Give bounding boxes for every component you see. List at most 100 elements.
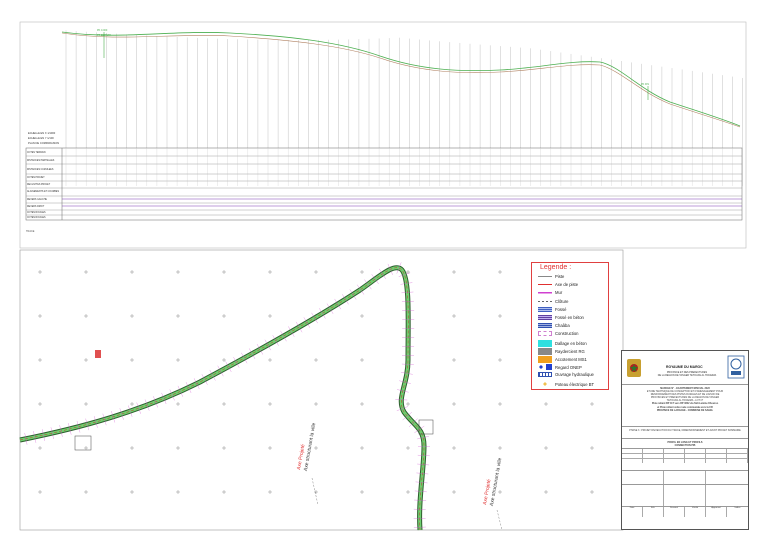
profile-station-lines <box>66 30 743 148</box>
legend-item: Fossé <box>538 307 566 312</box>
profile-row-label: DEVERS DROIT <box>27 206 45 208</box>
grid-cross <box>38 314 42 318</box>
fill-orange-icon <box>538 356 552 363</box>
drawing-sheet: PK 0.000 PT DEPART PK FIN ECHELLE EN X 1… <box>0 0 768 543</box>
grid-cross <box>498 490 502 494</box>
grid-cross <box>590 402 594 406</box>
legend-item: Poteau électrique BT <box>538 381 594 388</box>
legend-item: Regard ONEP <box>538 364 582 370</box>
grid-cross <box>498 446 502 450</box>
grid-cross <box>498 270 502 274</box>
royaume-label: ROYAUME DU MAROC <box>666 365 703 369</box>
svg-text:ECHELLE EN Y 1/100: ECHELLE EN Y 1/100 <box>28 136 54 140</box>
grid-cross <box>176 358 180 362</box>
grid-cross <box>314 490 318 494</box>
grid-cross <box>38 358 42 362</box>
profile-row-label: COTES PROJET <box>27 177 45 179</box>
grid-cross <box>268 270 272 274</box>
legend-item-label: Chaâba <box>555 323 570 328</box>
grid-cross <box>544 402 548 406</box>
legend-item-label: Poteau électrique BT <box>555 382 594 387</box>
grid-cross <box>130 270 134 274</box>
legend-item-label: Dallage en béton <box>555 341 587 346</box>
grid-cross <box>176 402 180 406</box>
fill-gray-icon <box>538 348 552 355</box>
signature-row-2 <box>622 485 748 507</box>
grid-cross <box>498 358 502 362</box>
legend-item: Fossé en béton <box>538 315 584 320</box>
grid-cross <box>38 402 42 406</box>
grid-cross <box>38 446 42 450</box>
grid-cross <box>130 402 134 406</box>
signature-row-1 <box>622 471 748 485</box>
hatch-blue-icon <box>538 307 552 312</box>
grid-cross <box>84 270 88 274</box>
legend-item: Chaâba <box>538 323 570 328</box>
title-block: ROYAUME DU MAROC PROVINCE ET DES PREFECT… <box>621 350 749 530</box>
grid-cross <box>360 314 364 318</box>
project-description: MARCHE N° - ECARTEMENT-SPECIAL 2023 ETUD… <box>622 385 748 427</box>
legend-item-label: Piste <box>555 274 564 279</box>
legend-item-label: Fossé <box>555 307 566 312</box>
legend-item-label: Clôture <box>555 299 569 304</box>
box-pink-icon <box>538 331 552 336</box>
ouvrage-box-1 <box>75 436 91 450</box>
profile-row-labels: COTES TERRAINDISTANCES PARTIELLESDISTANC… <box>27 151 59 219</box>
grid-cross <box>360 446 364 450</box>
grid-cross <box>84 402 88 406</box>
grid-cross <box>84 490 88 494</box>
grid-cross <box>590 490 594 494</box>
legend-box: Legende : PisteAxe de pisteMurClôtureFos… <box>531 262 609 390</box>
profile-row-label: COTES TERRAIN <box>27 151 46 154</box>
profile-scale-block: ECHELLE EN X 1/1000 ECHELLE EN Y 1/100 P… <box>28 131 59 145</box>
revision-table <box>622 449 748 471</box>
legend-item-label: Axe de piste <box>555 282 578 287</box>
line-magenta-icon <box>538 290 552 295</box>
svg-text:PT DEPART: PT DEPART <box>97 34 111 37</box>
grid-cross <box>268 314 272 318</box>
profile-table <box>26 148 743 220</box>
grid-cross <box>84 446 88 450</box>
legend-item-label: Ouvrage hydraulique <box>555 372 594 377</box>
grid-cross <box>314 358 318 362</box>
grid-cross <box>84 314 88 318</box>
ouvrage-icon <box>538 372 552 377</box>
legend-item-label: Regard ONEP <box>555 365 582 370</box>
poteau-icon <box>538 381 552 388</box>
grid-cross <box>452 446 456 450</box>
grid-cross <box>360 358 364 362</box>
grid-cross <box>360 490 364 494</box>
project-line <box>62 33 740 127</box>
legend-item: Accotement MS1 <box>538 356 587 363</box>
grid-cross <box>130 446 134 450</box>
grid-cross <box>498 314 502 318</box>
grid-cross <box>130 490 134 494</box>
legend-item: Clôture <box>538 299 569 304</box>
grid-cross <box>130 314 134 318</box>
profile-row-label: DECLIVITES PROJET <box>27 184 51 186</box>
profile-row-label: ALIGNEMENTS ET COURBES <box>27 190 59 193</box>
legend-item-label: Construction <box>555 331 579 336</box>
grid-cross <box>130 358 134 362</box>
grid-cross <box>406 490 410 494</box>
grid-cross <box>452 358 456 362</box>
grid-cross <box>84 358 88 362</box>
legend-item-label: Accotement MS1 <box>555 357 587 362</box>
grid-cross <box>498 402 502 406</box>
grid-cross <box>268 446 272 450</box>
grid-cross <box>590 446 594 450</box>
grid-cross <box>452 270 456 274</box>
grid-cross <box>176 490 180 494</box>
legend-item-label: Raydercient RG <box>555 349 585 354</box>
grid-cross <box>38 490 42 494</box>
grid-cross <box>222 402 226 406</box>
svg-text:PLAN DE COMPARAISON: PLAN DE COMPARAISON <box>28 141 59 145</box>
grid-cross <box>406 446 410 450</box>
legend-item: Axe de piste <box>538 282 578 287</box>
line-red-icon <box>538 282 552 287</box>
legend-item: Piste <box>538 274 564 279</box>
plan-grid <box>38 270 594 494</box>
grid-cross <box>176 270 180 274</box>
road-plan <box>20 262 430 530</box>
grid-cross <box>222 270 226 274</box>
